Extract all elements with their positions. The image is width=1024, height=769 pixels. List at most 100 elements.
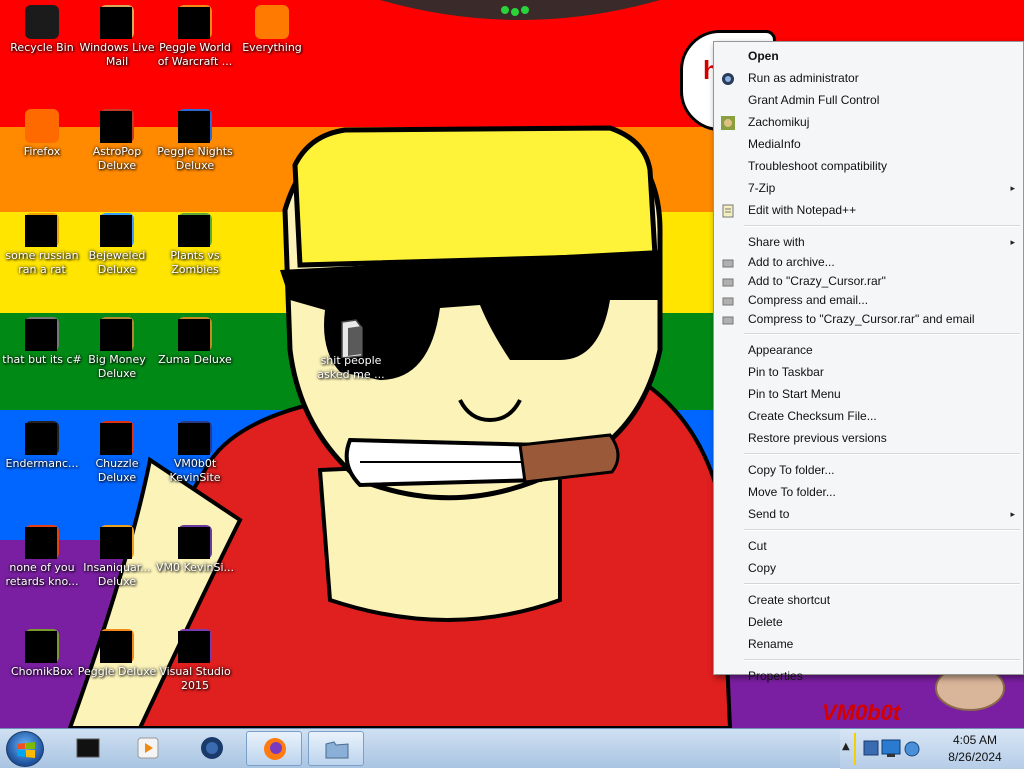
folder-icon — [25, 317, 59, 351]
menu-separator — [744, 225, 1020, 227]
taskbar-button-globe[interactable] — [184, 731, 240, 766]
menu-item-pin-to-start-menu[interactable]: Pin to Start Menu — [714, 383, 1023, 405]
desktop-icon-label: some russian ran a rat — [5, 249, 79, 276]
desktop-icon[interactable]: ChomikBox — [0, 629, 84, 679]
menu-item-pin-to-taskbar[interactable]: Pin to Taskbar — [714, 361, 1023, 383]
taskbar-button-explorer[interactable] — [308, 731, 364, 766]
menu-item-copy[interactable]: Copy — [714, 557, 1023, 579]
redaction-box — [100, 319, 132, 351]
menu-item-delete[interactable]: Delete — [714, 611, 1023, 633]
taskbar-button-terminal[interactable] — [60, 731, 116, 766]
menu-item-add-to-archive[interactable]: Add to archive... — [714, 253, 1023, 272]
menu-item-zachomikuj[interactable]: Zachomikuj — [714, 111, 1023, 133]
menu-item-compress-and-email[interactable]: Compress and email... — [714, 291, 1023, 310]
menu-item-add-to-crazy-cursor-rar[interactable]: Add to "Crazy_Cursor.rar" — [714, 272, 1023, 291]
menu-item-open[interactable]: Open — [714, 45, 1023, 67]
archive-icon — [721, 275, 735, 289]
menu-item-troubleshoot-compatibility[interactable]: Troubleshoot compatibility — [714, 155, 1023, 177]
clock-date[interactable]: 8/26/2024 — [936, 750, 1014, 764]
taskbar-button-media-player[interactable] — [120, 731, 176, 766]
tray-overflow-chevron-icon[interactable]: ▲ — [842, 741, 850, 752]
desktop-icon-label: that but its c# — [2, 353, 82, 366]
menu-item-label: Pin to Taskbar — [748, 365, 824, 379]
desktop-icon-label: Firefox — [23, 145, 61, 158]
redaction-box — [25, 319, 57, 351]
gem-icon — [100, 213, 134, 247]
menu-item-label: Troubleshoot compatibility — [748, 159, 887, 173]
desktop-icon[interactable]: Recycle Bin — [0, 5, 84, 55]
desktop-file-item[interactable]: shit people asked me ... — [309, 318, 393, 382]
redaction-box — [178, 215, 210, 247]
fish-icon — [100, 525, 134, 559]
game-icon — [100, 109, 134, 143]
desktop-icon[interactable]: that but its c# — [0, 317, 84, 367]
menu-item-copy-to-folder[interactable]: Copy To folder... — [714, 459, 1023, 481]
menu-item-rename[interactable]: Rename — [714, 633, 1023, 655]
desktop-icon-label: Endermanc... — [5, 457, 79, 470]
menu-item-create-checksum-file[interactable]: Create Checksum File... — [714, 405, 1023, 427]
redaction-box — [178, 111, 210, 143]
redaction-box — [25, 215, 57, 247]
folder-icon — [324, 736, 350, 762]
redaction-box — [178, 7, 210, 39]
desktop-icon-label: Zuma Deluxe — [158, 353, 232, 366]
desktop-icon[interactable]: Peggle Deluxe — [75, 629, 159, 679]
menu-item-compress-to-crazy-cursor-rar-and-email[interactable]: Compress to "Crazy_Cursor.rar" and email — [714, 310, 1023, 329]
desktop-icon[interactable]: Peggle Nights Deluxe — [153, 109, 237, 173]
menu-item-cut[interactable]: Cut — [714, 535, 1023, 557]
desktop-icon[interactable]: VM0 KevinSi... — [153, 525, 237, 575]
menu-item-label: MediaInfo — [748, 137, 801, 151]
menu-item-label: Create shortcut — [748, 593, 831, 607]
desktop-icon[interactable]: Firefox — [0, 109, 84, 159]
taskbar-button-firefox[interactable] — [246, 731, 302, 766]
tray-icons[interactable] — [862, 737, 922, 761]
desktop-icon[interactable]: Big Money Deluxe — [75, 317, 159, 381]
desktop-icon[interactable]: AstroPop Deluxe — [75, 109, 159, 173]
redaction-box — [25, 527, 57, 559]
game-icon — [100, 421, 134, 455]
menu-item-grant-admin-full-control[interactable]: Grant Admin Full Control — [714, 89, 1023, 111]
desktop-icon[interactable]: Everything — [230, 5, 314, 55]
desktop-icon[interactable]: Chuzzle Deluxe — [75, 421, 159, 485]
menu-item-edit-with-notepad[interactable]: Edit with Notepad++ — [714, 199, 1023, 221]
peggle-icon — [100, 629, 134, 663]
file-icon — [334, 318, 368, 359]
start-button[interactable] — [6, 731, 44, 767]
desktop-icon[interactable]: some russian ran a rat — [0, 213, 84, 277]
desktop-icon-label: Recycle Bin — [10, 41, 74, 54]
peggle-icon — [178, 109, 212, 143]
desktop-icon[interactable]: VM0b0t KevinSite — [153, 421, 237, 485]
desktop-icon[interactable]: Zuma Deluxe — [153, 317, 237, 367]
menu-item-appearance[interactable]: Appearance — [714, 339, 1023, 361]
desktop-icon[interactable]: Insaniquar... Deluxe — [75, 525, 159, 589]
menu-item-create-shortcut[interactable]: Create shortcut — [714, 589, 1023, 611]
menu-item-label: Cut — [748, 539, 767, 553]
desktop-icon[interactable]: Bejeweled Deluxe — [75, 213, 159, 277]
menu-item-run-as-administrator[interactable]: Run as administrator — [714, 67, 1023, 89]
desktop-icon[interactable]: Windows Live Mail — [75, 5, 159, 69]
menu-item-send-to[interactable]: Send to ▸ — [714, 503, 1023, 525]
desktop-icon[interactable]: Endermanc... — [0, 421, 84, 471]
menu-item-label: Add to "Crazy_Cursor.rar" — [748, 274, 886, 288]
menu-item-label: Create Checksum File... — [748, 409, 877, 423]
menu-item-7-zip[interactable]: 7-Zip ▸ — [714, 177, 1023, 199]
desktop-icon[interactable]: none of you retards kno... — [0, 525, 84, 589]
windows-logo-icon — [17, 742, 35, 758]
shield-icon — [721, 71, 735, 85]
menu-item-properties[interactable]: Properties — [714, 665, 1023, 687]
menu-item-move-to-folder[interactable]: Move To folder... — [714, 481, 1023, 503]
hamster-icon — [25, 629, 59, 663]
clock-time[interactable]: 4:05 AM — [936, 733, 1014, 747]
menu-item-mediainfo[interactable]: MediaInfo — [714, 133, 1023, 155]
menu-item-share-with[interactable]: Share with ▸ — [714, 231, 1023, 253]
game-icon — [178, 213, 212, 247]
desktop-file-label: shit people asked me ... — [317, 354, 385, 381]
desktop-icon-label: Windows Live Mail — [79, 41, 155, 68]
desktop-icon[interactable]: Peggle World of Warcraft ... — [153, 5, 237, 69]
redaction-box — [100, 527, 132, 559]
desktop-icon[interactable]: Plants vs Zombies — [153, 213, 237, 277]
menu-item-restore-previous-versions[interactable]: Restore previous versions — [714, 427, 1023, 449]
redaction-box — [25, 423, 57, 455]
desktop-icon-label: Bejeweled Deluxe — [88, 249, 146, 276]
desktop-icon[interactable]: Visual Studio 2015 — [153, 629, 237, 693]
